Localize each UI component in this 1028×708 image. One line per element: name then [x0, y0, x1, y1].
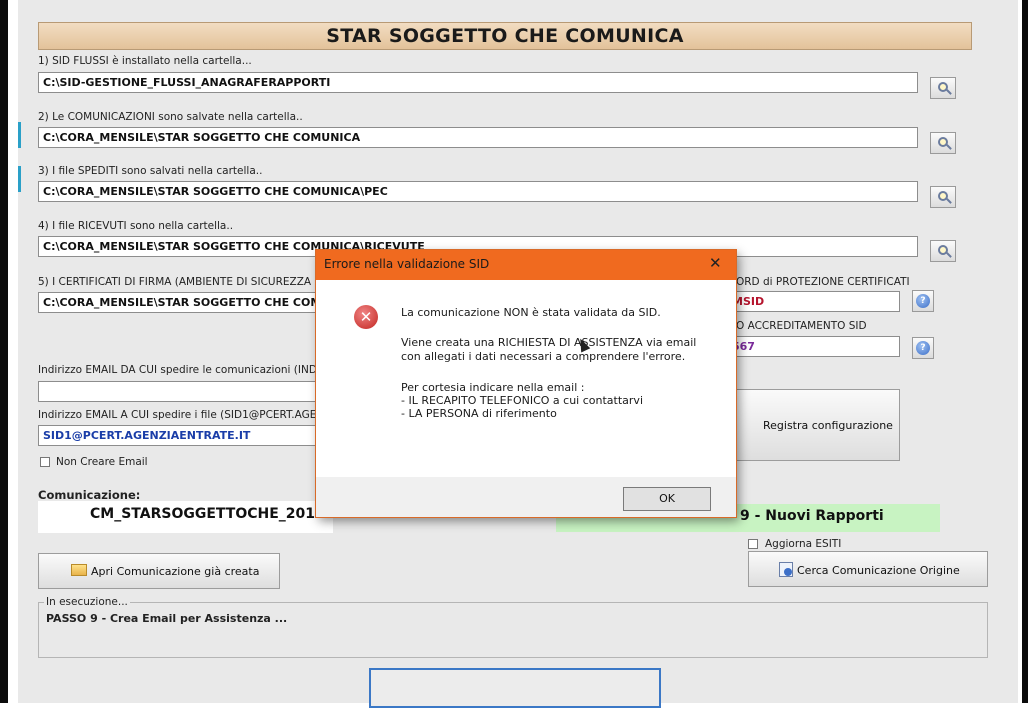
sid-folder-input[interactable]: C:\SID-GESTIONE_FLUSSI_ANAGRAFERAPPORTI: [38, 72, 918, 93]
password-field[interactable]: MSID: [728, 291, 900, 312]
cerca-comunicazione-label: Cerca Comunicazione Origine: [797, 564, 960, 577]
esecuzione-group: [38, 602, 988, 658]
email-to-input[interactable]: SID1@PCERT.AGENZIAENTRATE.IT: [38, 425, 328, 446]
spediti-folder-label: 3) I file SPEDITI sono salvati nella car…: [38, 165, 263, 177]
error-icon: ✕: [354, 305, 378, 329]
comunicazione-label: Comunicazione:: [38, 488, 141, 502]
password-label: ORD di PROTEZIONE CERTIFICATI: [736, 276, 910, 288]
cerca-comunicazione-button[interactable]: Cerca Comunicazione Origine: [748, 551, 988, 587]
apri-comunicazione-button[interactable]: Apri Comunicazione già creata: [38, 553, 280, 589]
sid-folder-label: 1) SID FLUSSI è installato nella cartell…: [38, 55, 252, 67]
dialog-line-5: - IL RECAPITO TELEFONICO a cui contattar…: [401, 394, 643, 407]
comunicazioni-folder-label: 2) Le COMUNICAZIONI sono salvate nella c…: [38, 111, 303, 123]
browse-ricevuti-folder-button[interactable]: [930, 240, 956, 262]
esecuzione-legend: In esecuzione...: [44, 596, 130, 608]
page-title: STAR SOGGETTO CHE COMUNICA: [38, 22, 972, 50]
dialog-title-bar: Errore nella validazione SID ✕: [316, 250, 736, 280]
apri-comunicazione-label: Apri Comunicazione già creata: [91, 565, 260, 578]
dialog-line-3: con allegati i dati necessari a comprend…: [401, 350, 686, 363]
dialog-line-2: Viene creata una RICHIESTA DI ASSISTENZA…: [401, 336, 697, 349]
close-icon[interactable]: ✕: [709, 254, 722, 272]
certificati-folder-label: 5) I CERTIFICATI DI FIRMA (AMBIENTE DI S…: [38, 276, 312, 288]
registra-configurazione-label: Registra configurazione: [763, 419, 893, 432]
ok-button[interactable]: OK: [623, 487, 711, 511]
accreditamento-help-button[interactable]: ?: [912, 337, 934, 359]
side-accent: [18, 166, 21, 192]
folder-open-icon: [71, 564, 87, 576]
password-help-button[interactable]: ?: [912, 290, 934, 312]
esecuzione-text: PASSO 9 - Crea Email per Assistenza ...: [46, 612, 288, 625]
status-text: 9 - Nuovi Rapporti: [740, 508, 884, 524]
accreditamento-label: O ACCREDITAMENTO SID: [736, 320, 867, 332]
email-from-label: Indirizzo EMAIL DA CUI spedire le comuni…: [38, 364, 328, 376]
comunicazioni-folder-input[interactable]: C:\CORA_MENSILE\STAR SOGGETTO CHE COMUNI…: [38, 127, 918, 148]
browse-spediti-folder-button[interactable]: [930, 186, 956, 208]
window-frame-left: [0, 0, 8, 703]
dialog-line-4: Per cortesia indicare nella email :: [401, 381, 585, 394]
bottom-button[interactable]: [369, 668, 661, 708]
browse-comunicazioni-folder-button[interactable]: [930, 132, 956, 154]
aggiorna-esiti-checkbox[interactable]: [748, 539, 758, 549]
accreditamento-field[interactable]: 567: [728, 336, 900, 357]
help-icon: ?: [916, 294, 930, 308]
help-icon: ?: [916, 341, 930, 355]
dialog-title: Errore nella validazione SID: [324, 257, 490, 271]
registra-configurazione-button[interactable]: Registra configurazione: [722, 389, 900, 461]
spediti-folder-input[interactable]: C:\CORA_MENSILE\STAR SOGGETTO CHE COMUNI…: [38, 181, 918, 202]
error-dialog: Errore nella validazione SID ✕ ✕ La comu…: [316, 250, 736, 517]
non-creare-email-checkbox[interactable]: [40, 457, 50, 467]
browse-sid-folder-button[interactable]: [930, 77, 956, 99]
dialog-line-6: - LA PERSONA di riferimento: [401, 407, 557, 420]
ricevuti-folder-label: 4) I file RICEVUTI sono nella cartella..: [38, 220, 234, 232]
dialog-line-1: La comunicazione NON è stata validata da…: [401, 306, 661, 319]
window-frame-right: [1022, 0, 1028, 703]
non-creare-email-label: Non Creare Email: [56, 456, 148, 468]
side-accent: [18, 122, 21, 148]
email-to-label: Indirizzo EMAIL A CUI spedire i file (SI…: [38, 409, 317, 421]
certificati-folder-input[interactable]: C:\CORA_MENSILE\STAR SOGGETTO CHE COMU: [38, 292, 328, 313]
aggiorna-esiti-label: Aggiorna ESITI: [765, 538, 842, 550]
email-from-input[interactable]: [38, 381, 328, 402]
